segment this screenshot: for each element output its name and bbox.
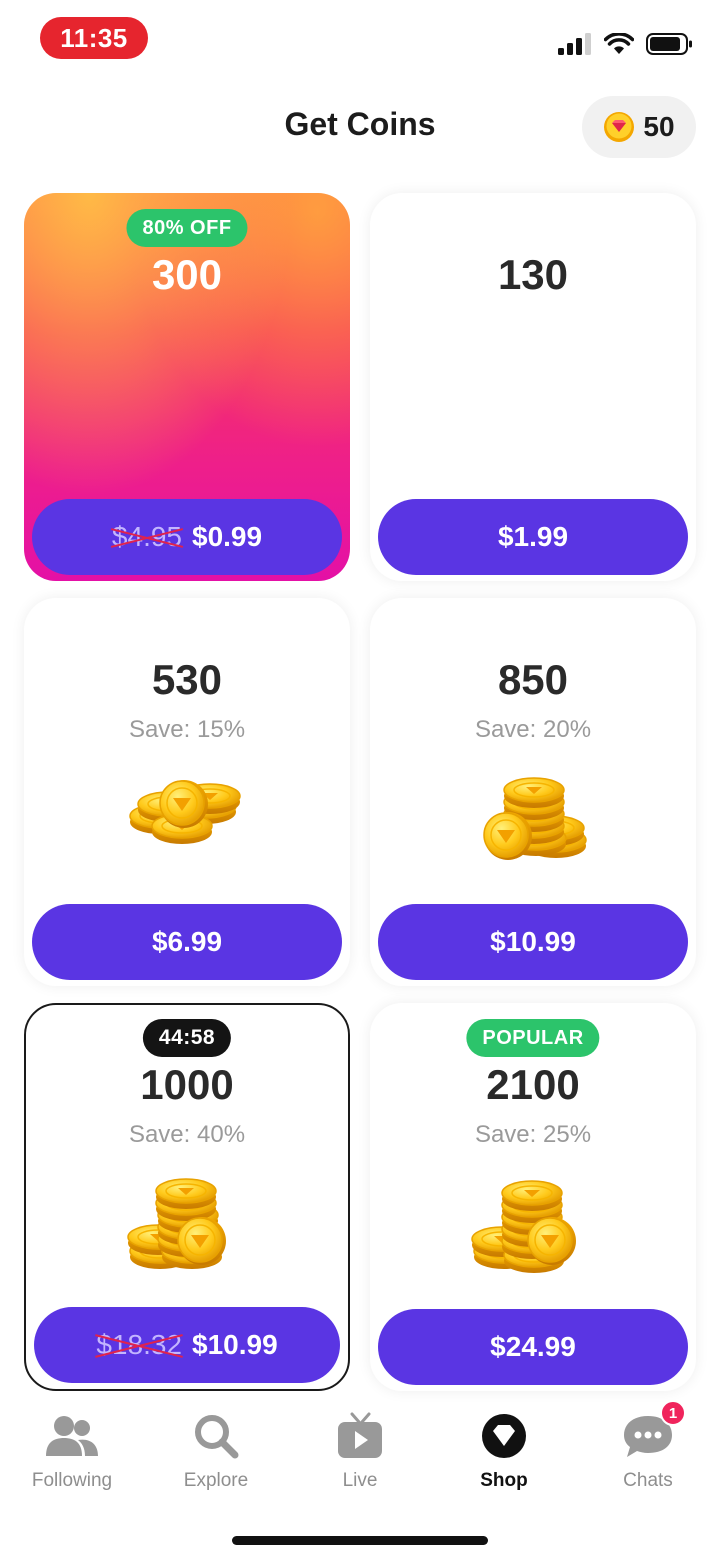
buy-button[interactable]: $24.99 bbox=[378, 1309, 688, 1385]
coin-package-card[interactable]: 44:58 1000 Save: 40% $18.32 $10.99 bbox=[24, 1003, 350, 1391]
coin-package-card[interactable]: 850 Save: 20% $10.99 bbox=[370, 598, 696, 986]
cellular-signal-icon bbox=[558, 33, 591, 55]
coin-stack-icon bbox=[471, 1180, 577, 1274]
coin-balance[interactable]: 50 bbox=[582, 96, 696, 158]
buy-button[interactable]: $1.99 bbox=[378, 499, 688, 575]
home-indicator[interactable] bbox=[232, 1536, 488, 1545]
price: $1.99 bbox=[497, 521, 569, 552]
coin-amount: 2100 bbox=[486, 1061, 580, 1108]
tab-following[interactable]: Following bbox=[0, 1408, 144, 1508]
original-price: $4.95 bbox=[111, 521, 182, 552]
tab-label: Shop bbox=[480, 1470, 528, 1491]
tab-shop[interactable]: Shop bbox=[432, 1408, 576, 1508]
coin-package-card[interactable]: 530 Save: 15% $6.99 bbox=[24, 598, 350, 986]
tab-explore[interactable]: Explore bbox=[144, 1408, 288, 1508]
popular-badge: POPULAR bbox=[466, 1019, 600, 1057]
status-time: 11:35 bbox=[40, 17, 148, 59]
diamond-icon bbox=[482, 1414, 526, 1458]
save-percent: Save: 25% bbox=[474, 1121, 592, 1148]
tab-label: Explore bbox=[183, 1470, 249, 1491]
notification-badge: 1 bbox=[660, 1400, 686, 1426]
coin-amount: 130 bbox=[497, 251, 569, 298]
price: $10.99 bbox=[192, 1329, 278, 1360]
buy-button[interactable]: $4.95 $0.99 bbox=[32, 499, 342, 575]
tab-label: Live bbox=[342, 1470, 378, 1491]
coin-icon bbox=[604, 112, 635, 142]
coin-amount: 530 bbox=[151, 656, 223, 703]
buy-button[interactable]: $10.99 bbox=[378, 904, 688, 980]
tab-live[interactable]: Live bbox=[288, 1408, 432, 1508]
price: $24.99 bbox=[490, 1331, 576, 1362]
price: $0.99 bbox=[192, 521, 263, 552]
coin-stack-icon bbox=[127, 1178, 227, 1270]
save-percent: Save: 40% bbox=[128, 1121, 246, 1148]
discount-badge: 80% OFF bbox=[126, 209, 248, 247]
coin-pile-icon bbox=[129, 779, 241, 845]
status-icons bbox=[558, 30, 694, 58]
tab-label: Following bbox=[31, 1470, 113, 1491]
coin-amount: 300 bbox=[151, 251, 223, 298]
buy-button[interactable]: $18.32 $10.99 bbox=[34, 1307, 340, 1383]
price: $10.99 bbox=[490, 926, 576, 957]
save-percent: Save: 20% bbox=[474, 716, 592, 743]
tv-play-icon bbox=[338, 1412, 382, 1458]
battery-icon bbox=[646, 33, 692, 55]
tab-label: Chats bbox=[623, 1470, 673, 1491]
original-price: $18.32 bbox=[96, 1329, 182, 1360]
coin-amount: 1000 bbox=[140, 1061, 234, 1108]
tab-chats[interactable]: 1 Chats bbox=[576, 1400, 720, 1508]
coin-amount: 850 bbox=[497, 656, 569, 703]
coin-package-card[interactable]: 80% OFF 300 $4.95 $0.99 bbox=[24, 193, 350, 581]
countdown-timer: 44:58 bbox=[142, 1019, 232, 1057]
coin-package-card[interactable]: 130 $1.99 bbox=[370, 193, 696, 581]
coin-package-card[interactable]: POPULAR 2100 Save: 25% $24.99 bbox=[370, 1003, 696, 1391]
balance-value: 50 bbox=[643, 111, 675, 142]
wifi-icon bbox=[604, 33, 634, 54]
price: $6.99 bbox=[151, 926, 223, 957]
search-icon bbox=[195, 1415, 239, 1459]
people-icon bbox=[46, 1416, 98, 1456]
bottom-tab-bar: Following Explore Live Shop 1 Chats bbox=[0, 1400, 720, 1508]
save-percent: Save: 15% bbox=[128, 716, 246, 743]
buy-button[interactable]: $6.99 bbox=[32, 904, 342, 980]
coin-stack-icon bbox=[483, 777, 587, 861]
